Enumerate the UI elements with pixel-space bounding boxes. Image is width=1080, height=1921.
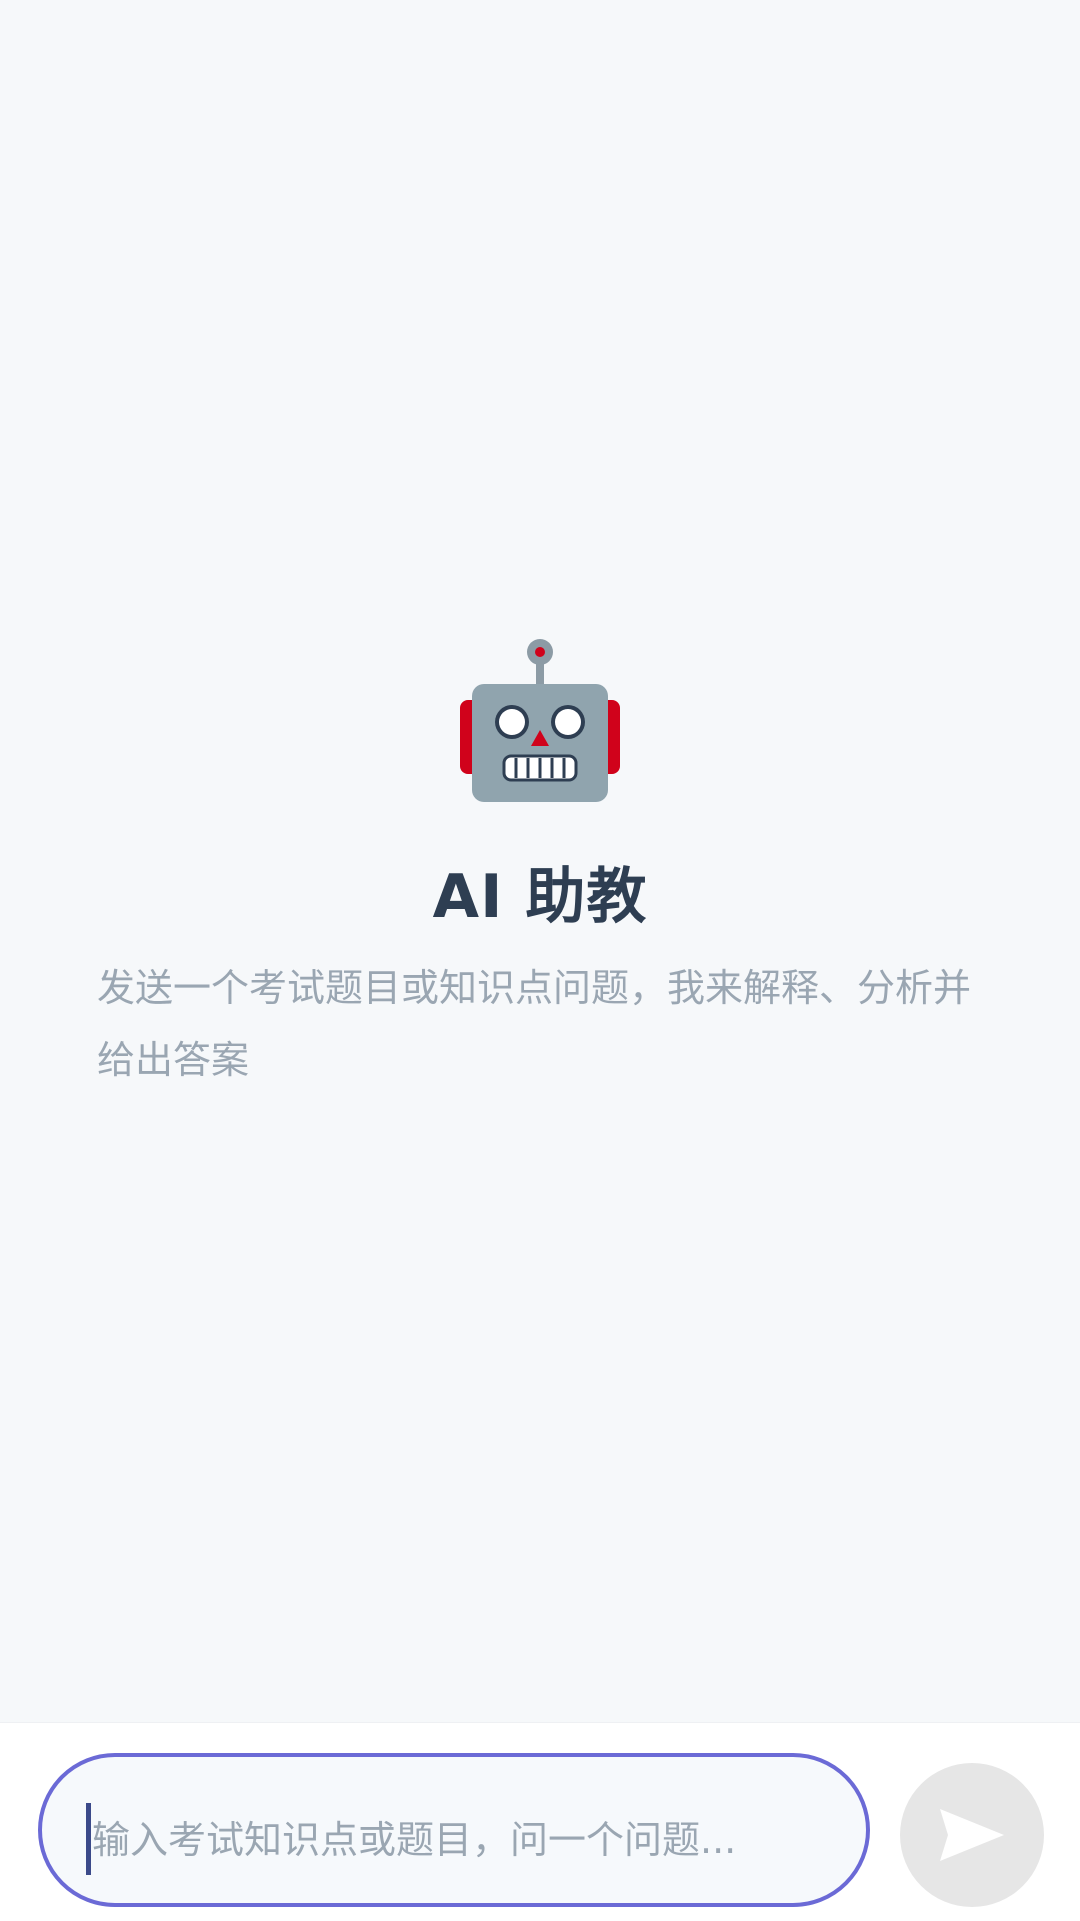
text-caret xyxy=(86,1803,91,1875)
empty-state-title: AI 助教 xyxy=(432,862,648,932)
message-input[interactable]: 输入考试知识点或题目，问一个问题... xyxy=(38,1753,870,1907)
send-icon xyxy=(940,1809,1004,1861)
message-input-placeholder: 输入考试知识点或题目，问一个问题... xyxy=(92,1818,737,1862)
robot-icon xyxy=(456,634,624,802)
composer-bar: 输入考试知识点或题目，问一个问题... xyxy=(0,1722,1080,1921)
chat-screen: AI 助教 发送一个考试题目或知识点问题，我来解释、分析并给出答案 输入考试知识… xyxy=(0,0,1080,1921)
empty-state-description: 发送一个考试题目或知识点问题，我来解释、分析并给出答案 xyxy=(97,966,972,1082)
send-button[interactable] xyxy=(900,1763,1044,1907)
